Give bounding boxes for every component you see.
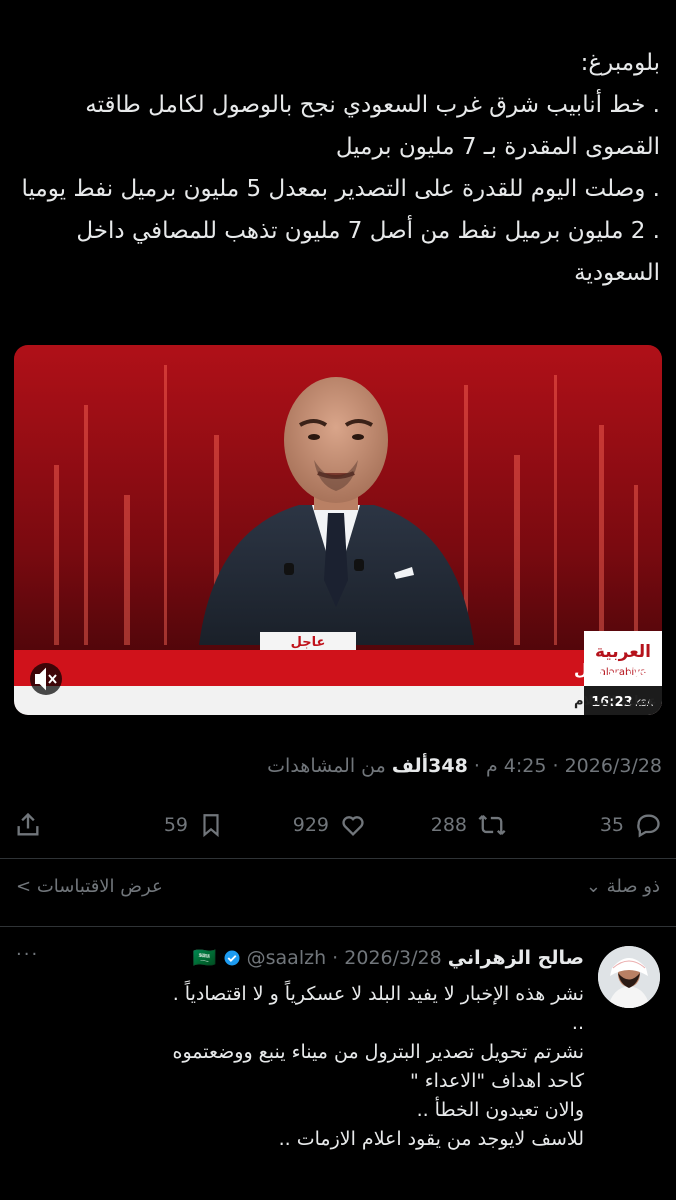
post-text: بلومبرغ: . خط أنابيب شرق غرب السعودي نجح… — [21, 50, 660, 286]
post-media[interactable]: عاجل العربية alarabiya بلومبرغ: خط أنابي… — [14, 345, 662, 715]
share-icon — [17, 812, 39, 836]
heart-icon — [342, 816, 364, 836]
subline-bar — [14, 686, 662, 715]
share-button[interactable] — [14, 805, 42, 845]
verified-badge-icon — [224, 950, 240, 966]
post-time: 4:25 م — [485, 755, 547, 777]
reply-text: نشر هذه الإخبار لا يفيد البلد لا عسكرياً… — [172, 983, 585, 1150]
headline-text: بلومبرغ: خط أنابيب شرق غرب السعودي نجح ب… — [574, 659, 662, 680]
bookmark-count: 59 — [163, 814, 188, 836]
reply-header: صالح الزهراني 🇸🇦 @saalzh · 2026/3/28 — [192, 947, 584, 969]
reply-icon — [637, 814, 660, 838]
like-button[interactable]: 929 — [293, 805, 367, 845]
repost-count: 288 — [430, 814, 467, 836]
more-options-icon[interactable]: ··· — [16, 944, 39, 965]
bookmark-button[interactable]: 59 — [164, 805, 224, 845]
views-label: من المشاهدات — [267, 755, 386, 777]
post-date: 2026/3/28 — [564, 755, 662, 777]
like-count: 929 — [292, 814, 329, 836]
post-meta: 2026/3/28 · 4:25 م · 348ألف من المشاهدات — [267, 755, 662, 777]
divider — [0, 858, 676, 859]
subline-text: الرئيس الإيراني يشيد بدور باكستان في عمل… — [574, 694, 662, 709]
flag-icon: 🇸🇦 — [192, 947, 217, 969]
relevant-label: ذو صلة — [606, 876, 660, 897]
headline-bar — [14, 650, 584, 686]
repost-button[interactable]: 288 — [431, 805, 507, 845]
view-quotes-label: عرض الاقتباسات — [36, 876, 163, 897]
chevron-down-icon: ⌄ — [585, 876, 601, 897]
relevant-sort-dropdown[interactable]: ذو صلة ⌄ — [586, 876, 660, 897]
chevron-left-icon: < — [16, 876, 32, 897]
breaking-label: عاجل — [291, 635, 326, 650]
bookmark-icon — [203, 814, 219, 838]
reply-date: 2026/3/28 — [344, 947, 442, 969]
avatar[interactable] — [598, 946, 660, 1008]
reply-sort-row: < عرض الاقتباسات ذو صلة ⌄ — [16, 876, 660, 906]
reply-button[interactable]: 35 — [600, 805, 662, 845]
repost-icon — [478, 814, 506, 836]
view-quotes-link[interactable]: < عرض الاقتباسات — [16, 876, 163, 897]
views-unit: ألف — [391, 755, 429, 777]
logo-arabic: العربية — [595, 642, 651, 662]
action-bar: 35 288 929 59 — [14, 805, 662, 845]
reply-author-name[interactable]: صالح الزهراني — [448, 947, 584, 969]
reply-count: 35 — [599, 814, 624, 836]
views-count: 348 — [428, 755, 468, 777]
mute-button[interactable] — [30, 663, 62, 695]
reply-handle[interactable]: @saalzh — [247, 947, 326, 969]
divider — [0, 926, 676, 927]
